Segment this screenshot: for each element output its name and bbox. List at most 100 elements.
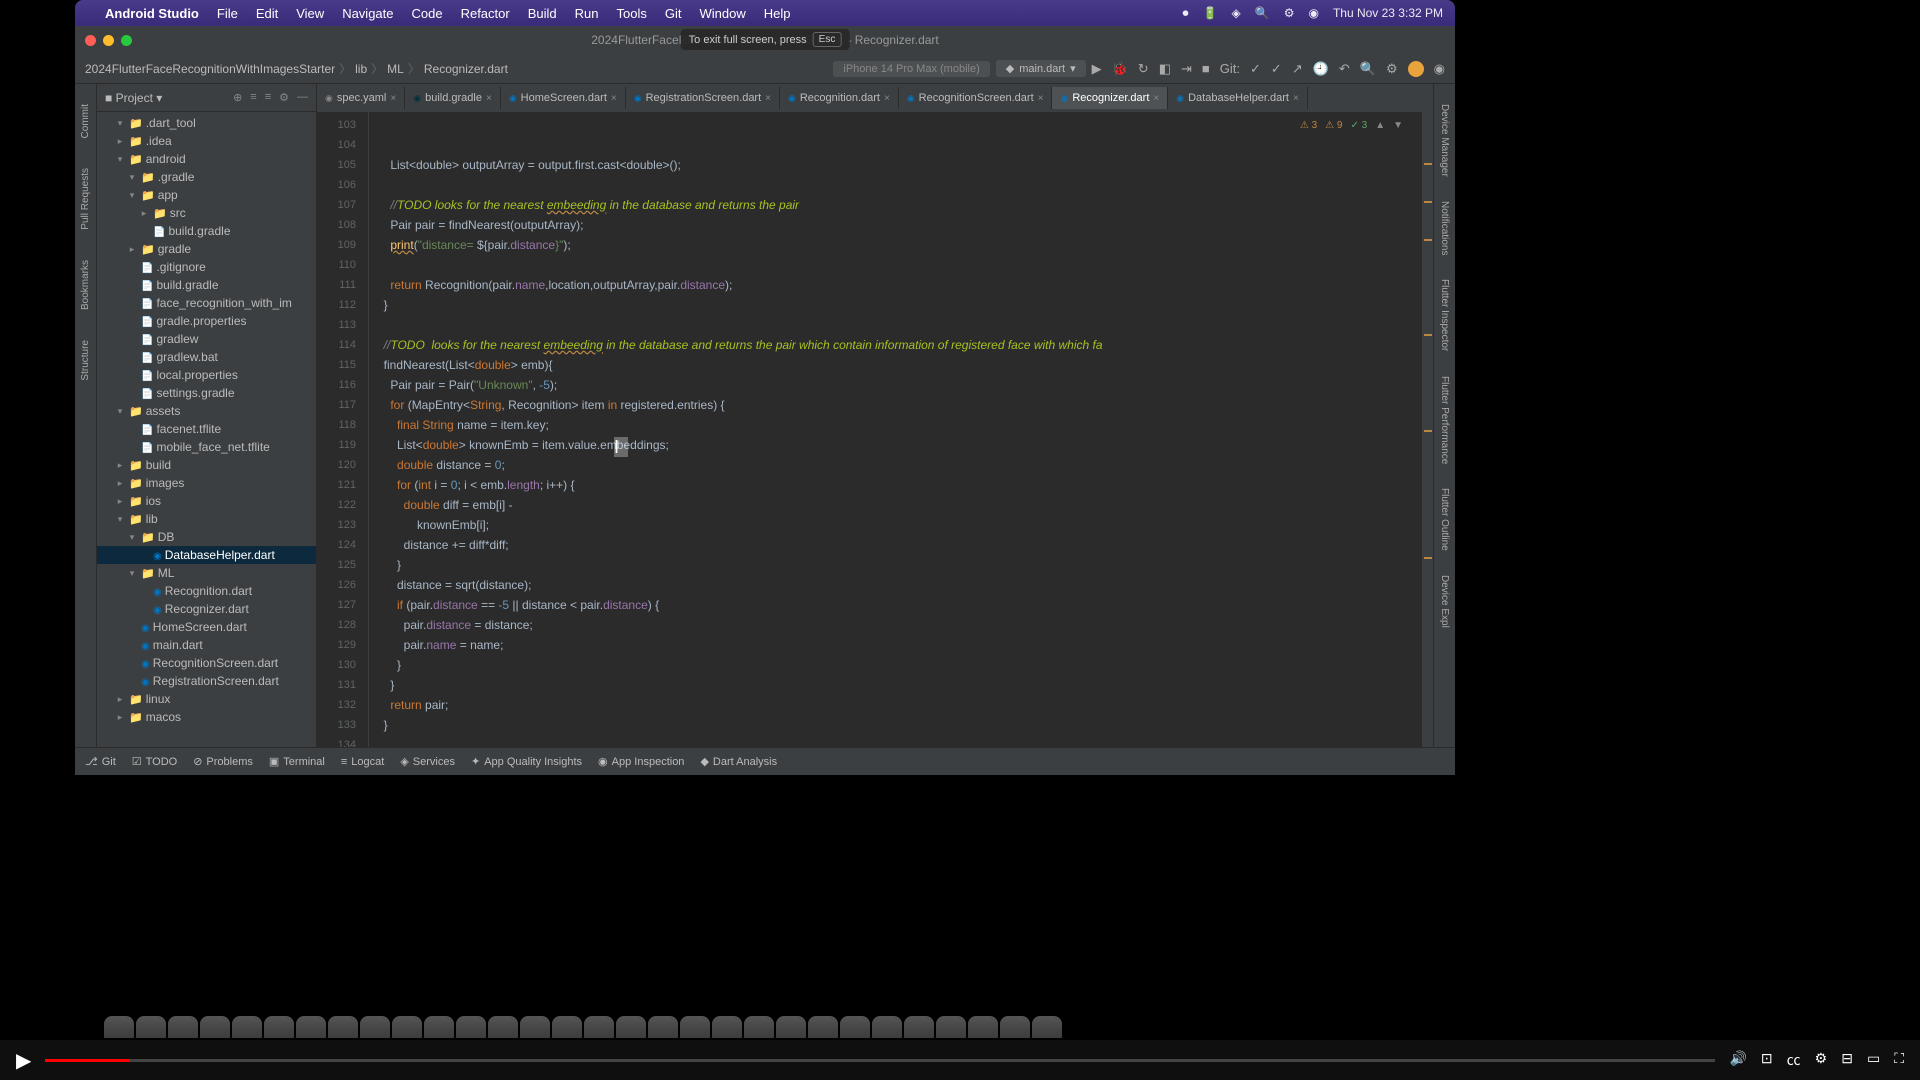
- tool-problems[interactable]: ⊘ Problems: [193, 755, 253, 768]
- attach-debugger-button[interactable]: ⇥: [1181, 61, 1192, 77]
- fullscreen-icon[interactable]: ⛶: [1894, 1050, 1904, 1070]
- menu-view[interactable]: View: [296, 6, 324, 21]
- tree-node[interactable]: gradle.properties: [97, 312, 316, 330]
- autoplay-icon[interactable]: ⊡: [1761, 1050, 1773, 1070]
- tree-node[interactable]: local.properties: [97, 366, 316, 384]
- editor-content[interactable]: ⚠ 3⚠ 9✓ 3▲▼ List<double> outputArray = o…: [369, 112, 1421, 747]
- video-progress-bar[interactable]: [45, 1059, 1715, 1062]
- tool-app-inspection[interactable]: ◉ App Inspection: [598, 755, 684, 768]
- tree-node[interactable]: ▸ios: [97, 492, 316, 510]
- editor-tab[interactable]: RegistrationScreen.dart ×: [626, 87, 780, 109]
- spotlight-icon[interactable]: 🔍: [1255, 6, 1270, 20]
- close-tab-icon[interactable]: ×: [390, 93, 396, 104]
- rail-notifications[interactable]: Notifications: [1439, 201, 1450, 255]
- error-stripe[interactable]: [1421, 112, 1433, 747]
- tool-app-quality[interactable]: ✦ App Quality Insights: [471, 755, 582, 768]
- editor-tab[interactable]: Recognizer.dart ×: [1052, 87, 1168, 109]
- device-selector[interactable]: iPhone 14 Pro Max (mobile): [833, 61, 989, 77]
- menu-navigate[interactable]: Navigate: [342, 6, 393, 21]
- editor-tab[interactable]: RecognitionScreen.dart ×: [899, 87, 1053, 109]
- editor-tab[interactable]: build.gradle ×: [405, 87, 501, 109]
- git-push-icon[interactable]: ↗: [1292, 61, 1303, 77]
- captions-icon[interactable]: ㏄: [1787, 1050, 1801, 1070]
- profile-button[interactable]: ◧: [1159, 61, 1171, 77]
- miniplayer-icon[interactable]: ⊟: [1841, 1050, 1853, 1070]
- rail-commit[interactable]: Commit: [80, 104, 91, 138]
- git-commit-icon[interactable]: ✓: [1271, 61, 1282, 77]
- tree-node[interactable]: Recognition.dart: [97, 582, 316, 600]
- debug-button[interactable]: 🐞: [1112, 61, 1128, 77]
- tree-node[interactable]: ▸images: [97, 474, 316, 492]
- macos-dock[interactable]: [88, 1016, 1920, 1038]
- collapse-all-icon[interactable]: ≡: [265, 91, 271, 104]
- menu-help[interactable]: Help: [764, 6, 791, 21]
- siri-icon[interactable]: ◉: [1308, 6, 1318, 20]
- rail-device-manager[interactable]: Device Manager: [1439, 104, 1450, 177]
- close-tab-icon[interactable]: ×: [486, 93, 492, 104]
- tree-node[interactable]: Recognizer.dart: [97, 600, 316, 618]
- tree-node[interactable]: ▾ML: [97, 564, 316, 582]
- project-view-label[interactable]: ■ Project ▾: [105, 91, 162, 105]
- editor-tab[interactable]: Recognition.dart ×: [780, 87, 899, 109]
- tool-git[interactable]: ⎇ Git: [85, 755, 116, 768]
- expand-all-icon[interactable]: ≡: [250, 91, 256, 104]
- tool-terminal[interactable]: ▣ Terminal: [269, 755, 325, 768]
- coverage-button[interactable]: ↻: [1138, 61, 1149, 77]
- menu-refactor[interactable]: Refactor: [461, 6, 510, 21]
- tree-node[interactable]: ▾app: [97, 186, 316, 204]
- menu-window[interactable]: Window: [699, 6, 745, 21]
- close-tab-icon[interactable]: ×: [1038, 93, 1044, 104]
- tree-node[interactable]: ▸src: [97, 204, 316, 222]
- tree-node[interactable]: DatabaseHelper.dart: [97, 546, 316, 564]
- stop-button[interactable]: ■: [1202, 61, 1210, 76]
- tree-node[interactable]: mobile_face_net.tflite: [97, 438, 316, 456]
- settings-icon[interactable]: ⚙: [1386, 61, 1398, 77]
- theater-icon[interactable]: ▭: [1867, 1050, 1880, 1070]
- tree-node[interactable]: build.gradle: [97, 276, 316, 294]
- rail-flutter-inspector[interactable]: Flutter Inspector: [1439, 279, 1450, 351]
- tree-node[interactable]: ▸macos: [97, 708, 316, 726]
- settings-icon[interactable]: ⚙: [1815, 1050, 1828, 1070]
- close-tab-icon[interactable]: ×: [1153, 93, 1159, 104]
- tree-node[interactable]: HomeScreen.dart: [97, 618, 316, 636]
- ide-icon[interactable]: ◉: [1434, 61, 1445, 77]
- inspection-widget[interactable]: ⚠ 3⚠ 9✓ 3▲▼: [1300, 116, 1403, 136]
- tool-todo[interactable]: ☑ TODO: [132, 755, 177, 768]
- close-tab-icon[interactable]: ×: [884, 93, 890, 104]
- tree-node[interactable]: ▸.idea: [97, 132, 316, 150]
- menu-edit[interactable]: Edit: [256, 6, 278, 21]
- video-play-button[interactable]: ▶: [16, 1048, 31, 1073]
- search-everywhere-icon[interactable]: 🔍: [1360, 61, 1376, 77]
- history-icon[interactable]: 🕘: [1313, 61, 1329, 77]
- tree-node[interactable]: ▾.dart_tool: [97, 114, 316, 132]
- tree-node[interactable]: ▾DB: [97, 528, 316, 546]
- avatar-icon[interactable]: [1408, 61, 1424, 77]
- close-tab-icon[interactable]: ×: [1293, 93, 1299, 104]
- select-opened-file-icon[interactable]: ⊕: [233, 91, 242, 104]
- rail-bookmarks[interactable]: Bookmarks: [80, 260, 91, 310]
- breadcrumb[interactable]: 2024FlutterFaceRecognitionWithImagesStar…: [85, 60, 508, 77]
- tree-node[interactable]: ▾android: [97, 150, 316, 168]
- screen-record-icon[interactable]: ⏺: [1183, 6, 1189, 21]
- menu-run[interactable]: Run: [575, 6, 599, 21]
- traffic-lights[interactable]: [85, 35, 132, 46]
- git-update-icon[interactable]: ✓: [1250, 61, 1261, 77]
- tree-node[interactable]: build.gradle: [97, 222, 316, 240]
- menu-git[interactable]: Git: [665, 6, 682, 21]
- tree-node[interactable]: main.dart: [97, 636, 316, 654]
- tree-node[interactable]: ▾lib: [97, 510, 316, 528]
- clock[interactable]: Thu Nov 23 3:32 PM: [1333, 6, 1443, 20]
- run-config-selector[interactable]: ◆ main.dart ▾: [996, 60, 1086, 77]
- tree-node[interactable]: facenet.tflite: [97, 420, 316, 438]
- rail-device-explorer[interactable]: Device Expl: [1439, 575, 1450, 628]
- run-button[interactable]: ▶: [1092, 61, 1102, 77]
- tool-services[interactable]: ◈ Services: [400, 755, 455, 768]
- menu-build[interactable]: Build: [528, 6, 557, 21]
- rail-pull-requests[interactable]: Pull Requests: [80, 168, 91, 230]
- menu-code[interactable]: Code: [412, 6, 443, 21]
- close-tab-icon[interactable]: ×: [765, 93, 771, 104]
- rail-structure[interactable]: Structure: [80, 340, 91, 381]
- wifi-icon[interactable]: ◈: [1232, 6, 1241, 20]
- rail-flutter-outline[interactable]: Flutter Outline: [1439, 488, 1450, 551]
- close-tab-icon[interactable]: ×: [611, 93, 617, 104]
